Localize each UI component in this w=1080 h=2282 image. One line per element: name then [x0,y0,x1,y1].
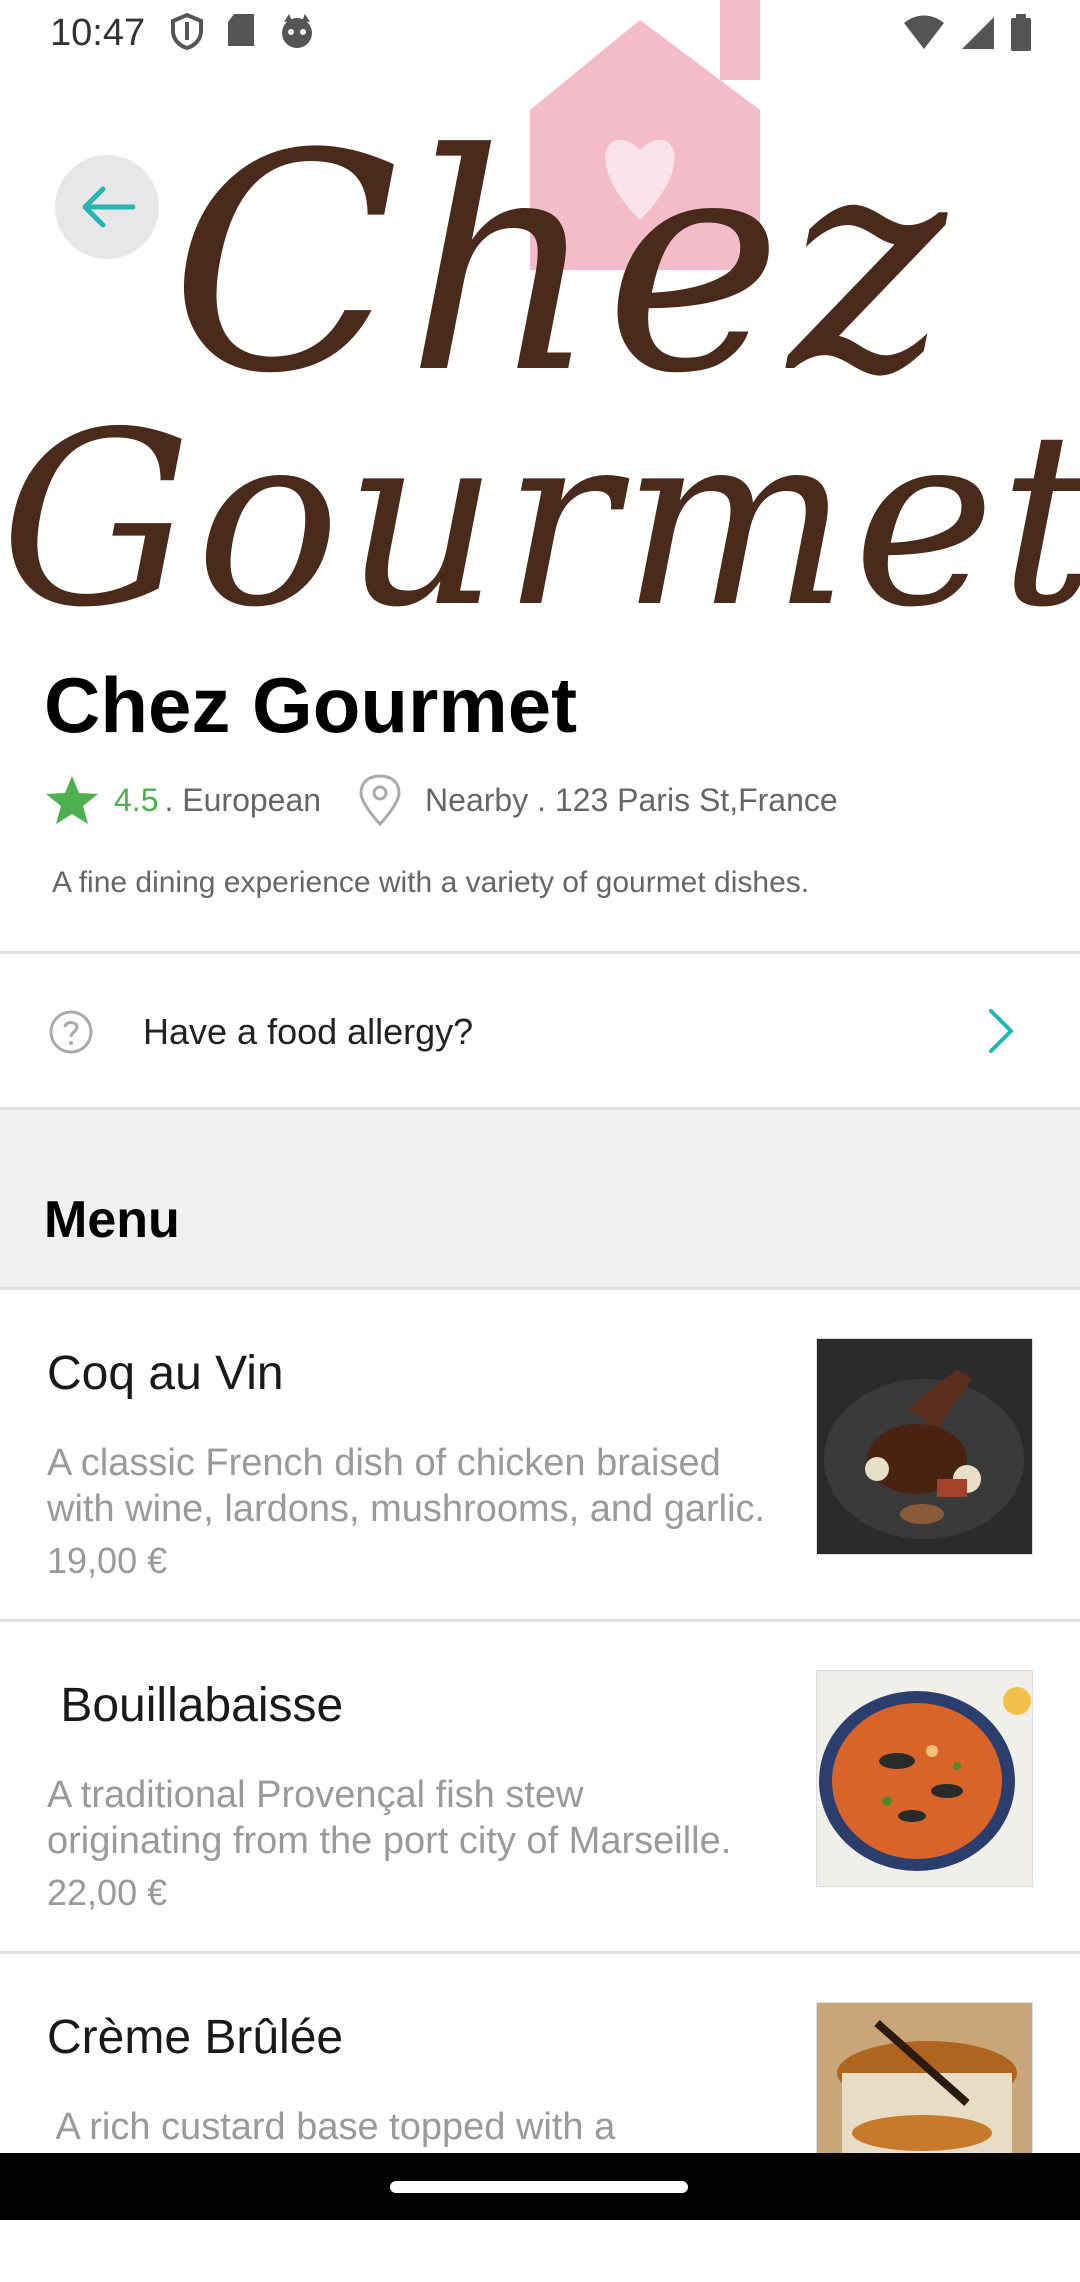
status-bar: 10:47 [0,0,1080,64]
divider [0,951,1080,954]
logo-line-2: Gourmet [0,380,1080,615]
menu-item-price: 19,00 € [47,1540,168,1581]
help-circle-icon [49,1010,93,1054]
menu-header: Menu [0,1110,1080,1287]
menu-item-description: A rich custard base topped with a [47,2106,616,2148]
hero-image: Chez Gourmet [0,0,1080,615]
restaurant-name: Chez Gourmet [44,661,578,749]
menu-item-name: Bouillabaisse [47,1679,344,1732]
location-pin-icon [359,774,401,826]
menu-item-name: Crème Brûlée [47,2011,344,2064]
restaurant-description: A fine dining experience with a variety … [52,866,810,899]
status-time: 10:47 [50,12,146,54]
shield-icon [171,12,203,50]
star-icon [46,776,98,824]
food-allergy-label: Have a food allergy? [143,1011,474,1052]
menu-item-card[interactable]: Bouillabaisse A traditional Provençal fi… [0,1619,1080,1950]
sd-card-icon [228,14,254,46]
menu-item-price: 22,00 € [47,1872,168,1913]
battery-icon [1011,14,1031,51]
cell-signal-icon [962,17,994,49]
menu-item-image [816,1670,1033,1887]
chevron-right-icon [989,1009,1013,1053]
menu-item-image [816,1338,1033,1555]
wifi-icon [904,15,944,49]
menu-item-description: A classic French dish of chicken braised… [47,1442,766,1530]
logo-line-1: Chez [170,90,953,439]
location-label: Nearby . 123 Paris St,France [425,781,838,818]
cuisine-label: . European [164,781,322,818]
navigation-bar [0,2153,1080,2220]
food-allergy-row[interactable]: Have a food allergy? [0,955,1080,1107]
menu-title: Menu [44,1191,180,1249]
menu-item-card[interactable]: Coq au Vin A classic French dish of chic… [0,1287,1080,1618]
menu-item-name: Coq au Vin [47,1347,284,1400]
rating-value: 4.5 [114,781,159,818]
face-icon [282,14,312,48]
menu-item-card[interactable]: Crème Brûlée A rich custard base topped … [0,1951,1080,2282]
home-gesture-handle[interactable] [390,2181,688,2193]
arrow-left-icon [82,186,135,228]
restaurant-meta: 4.5 . European Nearby . 123 Paris St,Fra… [44,770,838,830]
menu-item-description: A traditional Provençal fish stew origin… [47,1774,732,1862]
back-button[interactable] [55,155,159,259]
